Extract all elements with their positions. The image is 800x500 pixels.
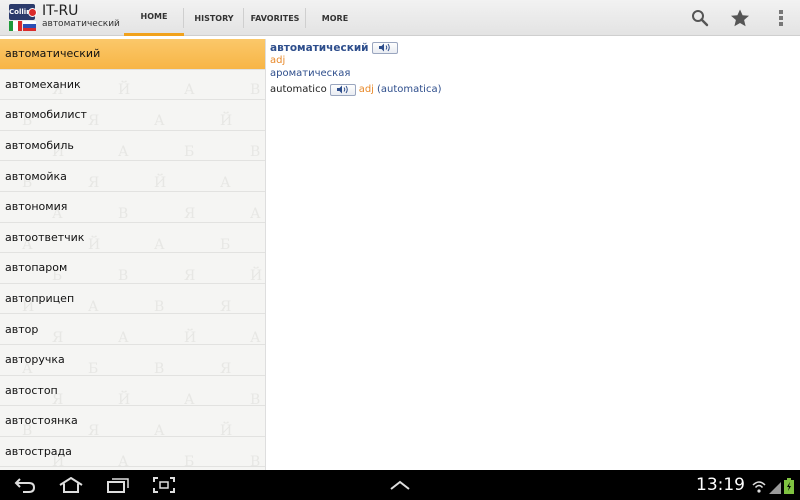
tab-home[interactable]: HOME: [124, 0, 184, 36]
back-icon[interactable]: [14, 476, 36, 494]
tab-bar: HOME HISTORY FAVORITES MORE: [124, 0, 364, 36]
wifi-icon: [752, 481, 766, 493]
speaker-icon: [378, 43, 390, 52]
system-navigation-bar: 13:19: [0, 470, 800, 500]
russian-flag-icon: [23, 21, 36, 31]
action-bar: Collins IT-RU автоматический HOME HISTOR…: [0, 0, 800, 36]
signal-icon: [769, 482, 781, 494]
tab-more[interactable]: MORE: [306, 0, 364, 36]
chevron-up-icon[interactable]: [388, 476, 412, 494]
speaker-icon: [336, 85, 348, 94]
translation-feminine-form: (automatica): [376, 84, 442, 95]
word-list-item[interactable]: автомеханик: [0, 70, 265, 101]
translation-word[interactable]: automatico: [270, 84, 327, 95]
word-list-item[interactable]: автоматический: [0, 39, 265, 70]
app-logo-icon[interactable]: Collins: [9, 4, 37, 32]
clock: 13:19: [696, 475, 745, 495]
language-badge: [28, 8, 37, 17]
translation-part-of-speech: adj: [358, 84, 374, 95]
word-list-item[interactable]: автоответчик: [0, 223, 265, 254]
word-list-item[interactable]: автопаром: [0, 253, 265, 284]
word-list-item[interactable]: автостоп: [0, 376, 265, 407]
part-of-speech: adj: [270, 55, 286, 66]
word-list-item[interactable]: автомобиль: [0, 131, 265, 162]
search-icon[interactable]: [689, 7, 711, 29]
tab-favorites[interactable]: FAVORITES: [244, 0, 306, 36]
home-icon[interactable]: [58, 476, 84, 494]
word-list-item[interactable]: автомойка: [0, 161, 265, 192]
word-list-item[interactable]: автомобилист: [0, 100, 265, 131]
recent-apps-icon[interactable]: [106, 476, 130, 494]
word-list-item[interactable]: автостоянка: [0, 406, 265, 437]
screenshot-icon[interactable]: [152, 476, 176, 494]
tab-history[interactable]: HISTORY: [184, 0, 244, 36]
entry-panel: автоматический adj ароматическая automat…: [268, 39, 800, 470]
word-list-item[interactable]: автор: [0, 314, 265, 345]
headword-row: автоматический: [270, 41, 800, 54]
pronunciation-button[interactable]: [371, 41, 398, 54]
star-icon[interactable]: [729, 7, 751, 29]
word-list-item[interactable]: авторучка: [0, 345, 265, 376]
app-title: IT-RU: [42, 3, 79, 19]
word-list-item[interactable]: автострада: [0, 437, 265, 468]
word-list[interactable]: АБВЯЯЙАВВЯАЙЙАБВВЯЙААВЯААЙАББВЯЙЙАВЯЯАЙА…: [0, 39, 266, 470]
italian-flag-icon: [9, 21, 22, 31]
word-list-item[interactable]: автономия: [0, 192, 265, 223]
battery-icon: [784, 478, 794, 494]
sense-text: ароматическая: [270, 68, 351, 79]
status-icons: [752, 478, 794, 494]
headword: автоматический: [270, 41, 369, 54]
app-subtitle: автоматический: [42, 19, 120, 29]
translation-pronunciation-button[interactable]: [329, 83, 356, 96]
translation-row: automatico adj (automatica): [270, 82, 800, 97]
word-list-item[interactable]: автоприцеп: [0, 284, 265, 315]
overflow-menu-icon[interactable]: [770, 7, 792, 29]
